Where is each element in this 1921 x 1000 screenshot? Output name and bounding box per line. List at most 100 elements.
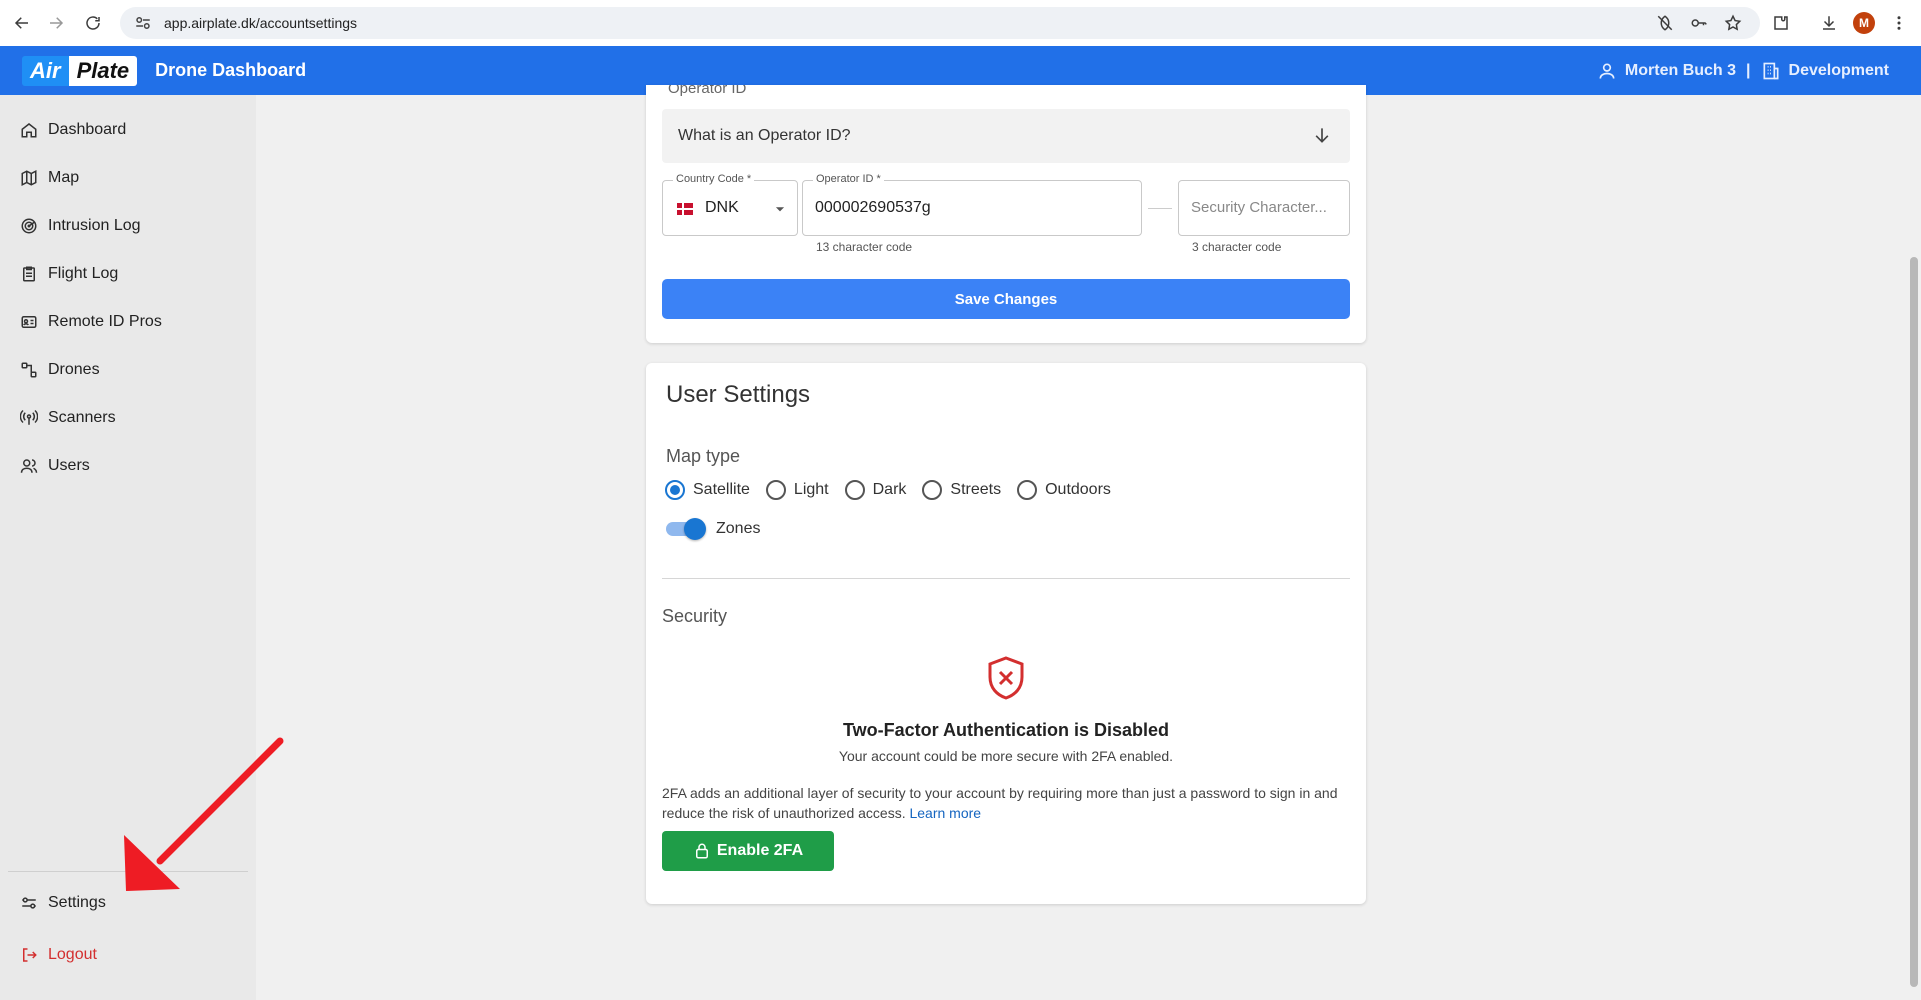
sidebar-item-label: Scanners bbox=[48, 409, 116, 426]
radio-satellite[interactable]: Satellite bbox=[665, 480, 750, 500]
map-type-label: Map type bbox=[666, 446, 741, 466]
menu-dots-icon[interactable] bbox=[1889, 13, 1909, 33]
logo-plate: Plate bbox=[68, 55, 138, 86]
faq-question: What is an Operator ID? bbox=[678, 127, 851, 144]
annotation-arrow-icon bbox=[124, 737, 284, 891]
radio-streets[interactable]: Streets bbox=[922, 480, 1001, 500]
sidebar-item-scanners[interactable]: Scanners bbox=[20, 403, 116, 433]
radio-circle[interactable] bbox=[765, 480, 786, 500]
radio-label: Light bbox=[793, 481, 829, 498]
enable-2fa-button[interactable]: Enable 2FA bbox=[662, 831, 834, 871]
site-settings-icon[interactable] bbox=[134, 14, 152, 32]
header-user-area: Morten Buch 3 | Development bbox=[1597, 46, 1889, 95]
twofa-status-subtitle: Your account could be more secure with 2… bbox=[838, 748, 1174, 764]
radio-circle[interactable] bbox=[844, 480, 865, 500]
radio-light[interactable]: Light bbox=[765, 480, 829, 500]
radio-outdoors[interactable]: Outdoors bbox=[1017, 480, 1111, 500]
country-code-select[interactable]: Country Code * DNK bbox=[662, 173, 798, 236]
radar-icon bbox=[21, 218, 37, 234]
sidebar-item-map[interactable]: Map bbox=[20, 163, 79, 193]
sliders-icon bbox=[22, 897, 36, 909]
radio-circle[interactable] bbox=[665, 480, 685, 500]
security-character-field[interactable]: Security Character... bbox=[1178, 180, 1350, 236]
sidebar-item-settings[interactable]: Settings bbox=[20, 888, 106, 918]
sidebar-item-flight-log[interactable]: Flight Log bbox=[20, 259, 118, 289]
switch-knob[interactable] bbox=[684, 518, 706, 540]
learn-more-link[interactable]: Learn more bbox=[909, 805, 981, 821]
sidebar-item-label: Users bbox=[48, 457, 90, 474]
user-settings-title: User Settings bbox=[666, 381, 811, 408]
sidebar-item-drones[interactable]: Drones bbox=[20, 355, 100, 385]
org-name[interactable]: Development bbox=[1789, 62, 1889, 80]
radio-circle[interactable] bbox=[1017, 480, 1038, 500]
radio-circle[interactable] bbox=[922, 480, 943, 500]
logo-air: Air bbox=[22, 55, 69, 86]
radio-label: Outdoors bbox=[1045, 481, 1111, 498]
airplate-logo[interactable]: Air Plate bbox=[22, 55, 138, 86]
profile-avatar[interactable]: M bbox=[1853, 12, 1875, 34]
zones-switch[interactable] bbox=[666, 518, 706, 540]
radio-label: Streets bbox=[950, 481, 1002, 498]
user-settings-card: User Settings Map type Satellite Light D… bbox=[646, 363, 1366, 904]
back-icon[interactable] bbox=[6, 7, 38, 39]
browser-toolbar: app.airplate.dk/accountsettings M bbox=[0, 0, 1921, 46]
address-bar[interactable]: app.airplate.dk/accountsettings bbox=[120, 7, 1760, 39]
page-scrollbar[interactable] bbox=[1907, 95, 1921, 1000]
id-card-icon bbox=[21, 316, 37, 328]
operator-id-card: Operator ID What is an Operator ID? Coun… bbox=[646, 85, 1366, 343]
twofa-description: 2FA adds an additional layer of security… bbox=[662, 783, 1352, 823]
sidebar-item-label: Logout bbox=[48, 946, 97, 963]
download-icon[interactable] bbox=[1819, 13, 1839, 33]
antenna-icon bbox=[20, 409, 38, 425]
radio-dark[interactable]: Dark bbox=[844, 480, 906, 500]
sidebar-item-label: Dashboard bbox=[48, 121, 127, 138]
security-character-placeholder[interactable]: Security Character... bbox=[1191, 199, 1327, 216]
sidebar-item-label: Drones bbox=[48, 361, 100, 378]
sidebar-item-label: Intrusion Log bbox=[48, 217, 141, 234]
user-name[interactable]: Morten Buch 3 bbox=[1625, 62, 1736, 80]
operator-id-faq[interactable]: What is an Operator ID? bbox=[662, 109, 1350, 163]
user-icon bbox=[1599, 63, 1615, 79]
browser-actions: M bbox=[1655, 7, 1909, 39]
reload-icon[interactable] bbox=[77, 7, 109, 39]
radio-label: Satellite bbox=[693, 481, 750, 498]
sidebar-item-label: Settings bbox=[48, 894, 106, 911]
operator-id-field[interactable]: Operator ID * 000002690537g bbox=[802, 173, 1142, 236]
extensions-icon[interactable] bbox=[1771, 13, 1791, 33]
enable-2fa-label: Enable 2FA bbox=[716, 842, 804, 859]
bookmark-star-icon[interactable] bbox=[1723, 13, 1743, 33]
forward-icon[interactable] bbox=[40, 7, 72, 39]
save-changes-button[interactable]: Save Changes bbox=[662, 279, 1350, 319]
url-text[interactable]: app.airplate.dk/accountsettings bbox=[164, 15, 357, 31]
shield-x-icon bbox=[988, 656, 1024, 700]
zones-label: Zones bbox=[716, 520, 761, 537]
sidebar-item-logout[interactable]: Logout bbox=[20, 940, 97, 970]
sidebar-item-remote-id-pros[interactable]: Remote ID Pros bbox=[20, 307, 162, 337]
scrollbar-thumb[interactable] bbox=[1910, 257, 1918, 987]
logout-icon bbox=[23, 948, 37, 962]
security-character-helper: 3 character code bbox=[1192, 240, 1282, 254]
security-title: Security bbox=[662, 606, 728, 626]
sidebar-item-intrusion-log[interactable]: Intrusion Log bbox=[20, 211, 141, 241]
operator-id-value[interactable]: 000002690537g bbox=[815, 199, 931, 217]
zones-toggle[interactable]: Zones bbox=[666, 518, 761, 540]
operator-id-label: Operator ID * bbox=[813, 173, 884, 185]
sidebar-item-dashboard[interactable]: Dashboard bbox=[20, 115, 126, 145]
field-dash-divider bbox=[1148, 208, 1172, 209]
dropdown-caret-icon bbox=[775, 207, 785, 212]
denmark-flag-icon bbox=[677, 203, 693, 215]
twofa-description-text: 2FA adds an additional layer of security… bbox=[662, 785, 1338, 821]
building-icon bbox=[1763, 62, 1779, 79]
map-type-radio-group: Satellite Light Dark Streets Outdoors bbox=[665, 480, 1127, 500]
section-divider bbox=[662, 578, 1350, 579]
sidebar-item-users[interactable]: Users bbox=[20, 451, 90, 481]
sidebar-item-label: Remote ID Pros bbox=[48, 313, 162, 330]
tracking-off-icon[interactable] bbox=[1655, 13, 1675, 33]
operator-id-helper: 13 character code bbox=[816, 240, 913, 254]
sidebar-item-label: Flight Log bbox=[48, 265, 119, 282]
country-code-label: Country Code * bbox=[673, 173, 755, 185]
clipboard-icon bbox=[23, 266, 35, 282]
app-title: Drone Dashboard bbox=[155, 60, 307, 80]
operator-id-section-title: Operator ID bbox=[668, 85, 747, 97]
password-key-icon[interactable] bbox=[1689, 13, 1709, 33]
